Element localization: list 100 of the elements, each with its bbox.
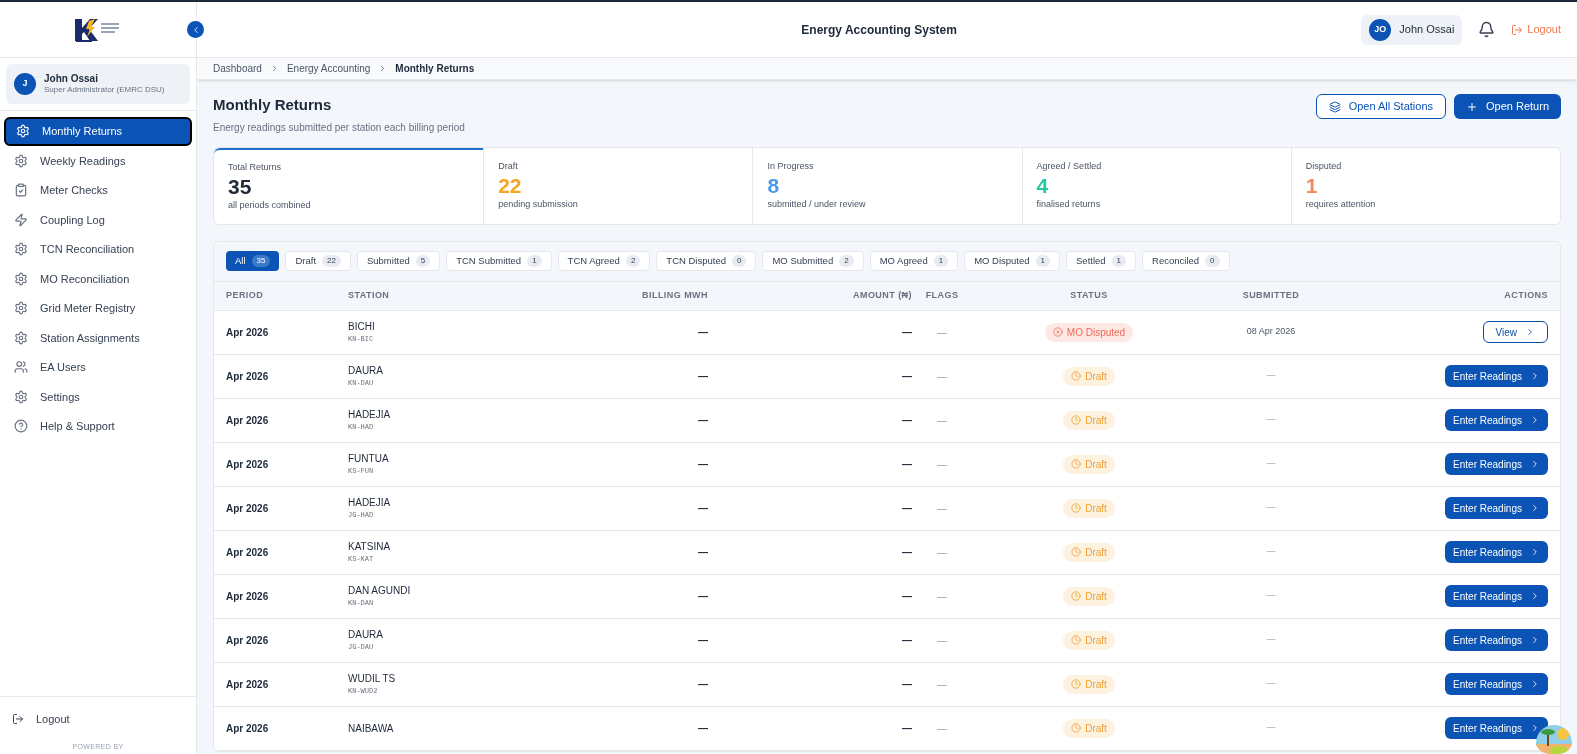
filter-tab[interactable]: Submitted 5: [356, 251, 441, 271]
amount-cell-text: —: [901, 369, 912, 384]
gear-icon: [14, 389, 28, 404]
nav-item[interactable]: Grid Meter Registry: [4, 294, 192, 323]
amount-cell-text: —: [901, 633, 912, 648]
status-badge: Draft: [1063, 366, 1115, 386]
clock-icon: [1071, 503, 1082, 513]
filter-tab[interactable]: Draft 22: [285, 251, 351, 271]
nav-item[interactable]: Coupling Log: [4, 205, 192, 234]
status-badge: Draft: [1063, 410, 1115, 430]
x-circle-icon: [1052, 327, 1063, 337]
stat-label: Agreed / Settled: [1036, 159, 1103, 173]
filter-tab[interactable]: TCN Agreed 2: [557, 251, 651, 271]
filter-tab[interactable]: All 35: [226, 251, 280, 271]
user-role: Super Administrator (EMRC DSU): [44, 85, 165, 96]
stat-value: 35: [228, 176, 253, 197]
enter-readings-button[interactable]: Enter Readings: [1445, 585, 1548, 607]
nav-item[interactable]: TCN Reconciliation: [4, 235, 192, 264]
station-name: DAURA: [348, 628, 384, 643]
chevron-right-icon: [1530, 503, 1540, 513]
page-subtitle: Energy readings submitted per station each billing period: [213, 120, 465, 135]
stat-note: all periods combined: [228, 199, 312, 212]
clock-icon: [1071, 415, 1082, 425]
enter-readings-button[interactable]: Enter Readings: [1445, 629, 1548, 651]
enter-readings-button[interactable]: Enter Readings: [1445, 673, 1548, 695]
nav-item[interactable]: EA Users: [4, 353, 192, 382]
open-return-button[interactable]: Open Return: [1454, 94, 1561, 119]
submitted-cell-text: —: [1265, 501, 1277, 515]
submitted-cell-text: —: [1265, 721, 1277, 735]
column-header: FLAGS: [924, 288, 960, 302]
nav-item[interactable]: Settings: [4, 382, 192, 411]
status-badge: MO Disputed: [1044, 322, 1134, 342]
enter-readings-button[interactable]: Enter Readings: [1445, 541, 1548, 563]
enter-readings-button[interactable]: Enter Readings: [1445, 717, 1548, 739]
breadcrumb-link[interactable]: Monthly Returns: [395, 61, 475, 76]
column-header: STATION: [348, 288, 391, 302]
submitted-cell-text: —: [1265, 545, 1277, 559]
period-cell-text: Apr 2026: [226, 369, 270, 384]
billing-cell-text: —: [697, 677, 708, 692]
logout-icon: [1511, 23, 1524, 36]
nav-item[interactable]: MO Reconciliation: [4, 264, 192, 293]
station-name: NAIBAWA: [348, 721, 395, 736]
stat-label: Draft: [498, 159, 519, 173]
enter-readings-button[interactable]: Enter Readings: [1445, 497, 1548, 519]
period-cell-text: Apr 2026: [226, 545, 270, 560]
user-name: John Ossai: [44, 72, 99, 86]
nav-item[interactable]: Station Assignments: [4, 323, 192, 352]
status-badge: Draft: [1063, 630, 1115, 650]
chevron-right-icon: [1530, 547, 1540, 557]
open-all-stations-button[interactable]: Open All Stations: [1315, 94, 1446, 119]
submitted-cell-text: —: [1265, 413, 1277, 427]
amount-cell-text: —: [901, 501, 912, 516]
column-header: SUBMITTED: [1241, 288, 1301, 302]
filter-tab[interactable]: Reconciled 0: [1142, 251, 1230, 271]
billing-cell-text: —: [697, 501, 708, 516]
chevron-right-icon: [1525, 327, 1535, 337]
notifications-icon[interactable]: [1478, 21, 1496, 38]
amount-cell-text: —: [901, 677, 912, 692]
filter-tab[interactable]: MO Submitted 2: [762, 251, 864, 271]
stat-note: submitted / under review: [767, 198, 867, 211]
station-name: FUNTUA: [348, 452, 390, 467]
filter-tab[interactable]: MO Disputed 1: [964, 251, 1061, 271]
user-chip[interactable]: JO John Ossai: [1361, 14, 1463, 45]
logout-icon: [12, 713, 24, 726]
stat-label: In Progress: [767, 159, 815, 173]
nav-item[interactable]: Weekly Readings: [4, 146, 192, 175]
filter-tab[interactable]: TCN Submitted 1: [446, 251, 552, 271]
stat-value: 4: [1036, 175, 1050, 196]
breadcrumb-link[interactable]: Energy Accounting: [286, 61, 371, 76]
user-name: John Ossai: [1399, 22, 1455, 38]
billing-cell-text: —: [697, 721, 708, 736]
view-button[interactable]: View: [1482, 321, 1548, 343]
nav-item[interactable]: Monthly Returns: [4, 117, 192, 146]
enter-readings-button[interactable]: Enter Readings: [1445, 409, 1548, 431]
nav-item[interactable]: Help & Support: [4, 412, 192, 441]
gear-icon: [16, 124, 30, 139]
collapse-sidebar-button[interactable]: [187, 21, 204, 38]
period-cell-text: Apr 2026: [226, 633, 270, 648]
logout-button[interactable]: Logout: [12, 711, 184, 728]
stat-value: 8: [767, 175, 781, 196]
bolt-icon: [14, 212, 28, 227]
filter-tab[interactable]: TCN Disputed 0: [656, 251, 757, 271]
billing-cell-text: —: [697, 369, 708, 384]
amount-cell-text: —: [901, 413, 912, 428]
enter-readings-button[interactable]: Enter Readings: [1445, 365, 1548, 387]
status-badge: Draft: [1063, 586, 1115, 606]
breadcrumb-link[interactable]: Dashboard: [213, 61, 262, 76]
amount-cell-text: —: [901, 589, 912, 604]
filter-tab[interactable]: Settled 1: [1066, 251, 1137, 271]
stat-label: Disputed: [1305, 159, 1343, 173]
plus-icon: [1466, 100, 1478, 113]
filter-tab[interactable]: MO Agreed 1: [869, 251, 959, 271]
nav-item[interactable]: Meter Checks: [4, 176, 192, 205]
user-avatar: J: [14, 73, 36, 95]
page-title: Monthly Returns: [213, 95, 333, 115]
status-badge: Draft: [1063, 674, 1115, 694]
enter-readings-button[interactable]: Enter Readings: [1445, 453, 1548, 475]
clock-icon: [1071, 635, 1082, 645]
column-header: PERIOD: [226, 288, 265, 302]
period-cell-text: Apr 2026: [226, 589, 270, 604]
